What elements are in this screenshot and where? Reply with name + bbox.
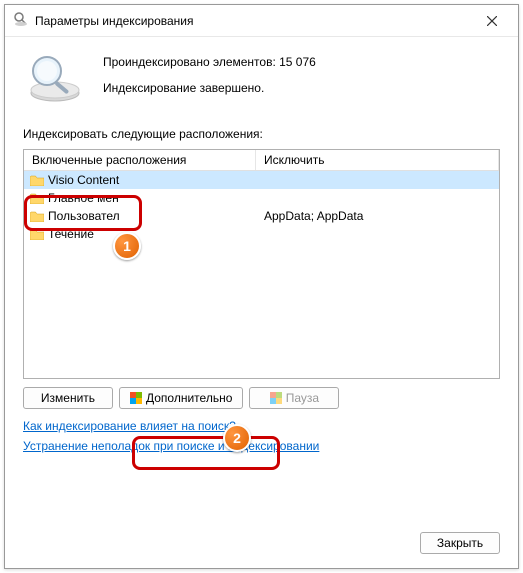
item-name: Главное мен: [48, 191, 119, 205]
item-exclude: AppData; AppData: [264, 209, 363, 223]
shield-icon: [130, 392, 142, 404]
titlebar: Параметры индексирования: [5, 5, 518, 37]
button-row: Изменить Дополнительно Пауза: [23, 387, 500, 409]
folder-icon: [30, 193, 44, 204]
list-item[interactable]: Главное мен: [24, 189, 499, 207]
modify-button[interactable]: Изменить: [23, 387, 113, 409]
magnifier-drive-icon: [23, 53, 87, 103]
indexing-options-window: Параметры индексирования Проиндексирован…: [4, 4, 519, 569]
locations-list[interactable]: Включенные расположения Исключить Visio …: [23, 149, 500, 379]
item-name: Пользовател: [48, 209, 120, 223]
column-included[interactable]: Включенные расположения: [24, 150, 256, 170]
summary: Проиндексировано элементов: 15 076 Индек…: [23, 53, 500, 103]
footer: Закрыть: [420, 532, 500, 554]
close-icon: [487, 16, 497, 26]
close-button[interactable]: [474, 7, 510, 35]
list-item[interactable]: Течение: [24, 225, 499, 243]
folder-icon: [30, 175, 44, 186]
link-how-affects-search[interactable]: Как индексирование влияет на поиск?: [23, 419, 500, 433]
item-name: Visio Content: [48, 173, 119, 187]
window-title: Параметры индексирования: [35, 14, 474, 28]
close-window-button[interactable]: Закрыть: [420, 532, 500, 554]
content-area: Проиндексировано элементов: 15 076 Индек…: [5, 37, 518, 467]
indexing-status: Индексирование завершено.: [103, 81, 316, 95]
folder-icon: [30, 229, 44, 240]
app-icon: [13, 11, 29, 30]
advanced-button-label: Дополнительно: [146, 391, 232, 405]
pause-button-label: Пауза: [286, 391, 319, 405]
list-item[interactable]: Пользовател AppData; AppData: [24, 207, 499, 225]
indexed-count: Проиндексировано элементов: 15 076: [103, 55, 316, 69]
shield-icon: [270, 392, 282, 404]
advanced-button[interactable]: Дополнительно: [119, 387, 243, 409]
item-name: Течение: [48, 227, 94, 241]
pause-button: Пауза: [249, 387, 339, 409]
list-header: Включенные расположения Исключить: [24, 150, 499, 171]
link-troubleshoot[interactable]: Устранение неполадок при поиске и индекс…: [23, 439, 500, 453]
help-links: Как индексирование влияет на поиск? Устр…: [23, 419, 500, 453]
column-excluded[interactable]: Исключить: [256, 150, 499, 170]
folder-icon: [30, 211, 44, 222]
list-item[interactable]: Visio Content: [24, 171, 499, 189]
locations-label: Индексировать следующие расположения:: [23, 127, 500, 141]
